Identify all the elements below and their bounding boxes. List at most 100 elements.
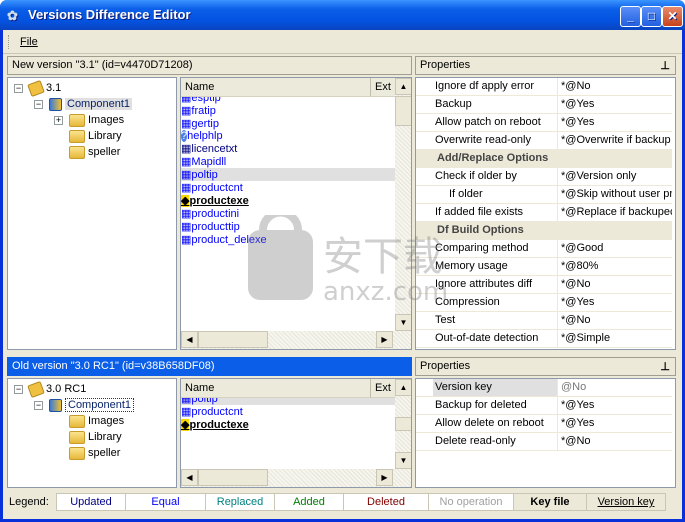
file-row[interactable]: ?helphlp [181, 130, 395, 142]
file-row[interactable]: ▦poltip [181, 168, 395, 181]
file-row[interactable]: ▦licencetxt [181, 142, 395, 155]
property-row[interactable]: Check if older by *@Version only [416, 168, 672, 186]
tree-folder[interactable]: speller [69, 144, 120, 160]
property-value[interactable]: *@No [557, 433, 672, 450]
file-ext: tip [204, 105, 216, 117]
scroll-up-button[interactable]: ▲ [395, 379, 411, 396]
file-row[interactable]: ▦product_delexe [181, 233, 395, 246]
toolbar-grip[interactable] [8, 35, 11, 49]
file-row[interactable]: ▦producttip [181, 220, 395, 233]
property-category[interactable]: Add/Replace Options [416, 150, 672, 168]
file-icon: ▦ [181, 221, 192, 233]
property-value[interactable]: *@Yes [557, 397, 672, 414]
property-row[interactable]: Out-of-date detection *@Simple [416, 330, 672, 348]
scroll-right-button[interactable]: ▶ [376, 331, 393, 348]
property-row[interactable]: Allow patch on reboot *@Yes [416, 114, 672, 132]
collapse-icon[interactable]: − [14, 384, 23, 394]
menu-file[interactable]: File [20, 36, 38, 48]
file-row[interactable]: ▦productcnt [181, 181, 395, 194]
tree-folder[interactable]: speller [69, 445, 120, 461]
property-row[interactable]: Backup *@Yes [416, 96, 672, 114]
window-title: Versions Difference Editor [28, 7, 191, 22]
new-version-tree[interactable]: −3.1− Component1 + Images Library speller [7, 77, 177, 350]
tree-folder[interactable]: Images [69, 413, 124, 429]
column-header-name[interactable]: Name [181, 78, 371, 97]
column-header-ext[interactable]: Ext [371, 78, 395, 97]
folder-icon [69, 113, 85, 127]
collapse-icon[interactable]: − [34, 400, 43, 410]
tree-folder[interactable]: Library [69, 429, 122, 445]
property-value[interactable]: *@Yes [557, 114, 672, 131]
tree-folder-label: speller [88, 146, 121, 158]
property-row[interactable]: Compression *@Yes [416, 294, 672, 312]
scroll-down-button[interactable]: ▼ [395, 314, 411, 331]
scroll-thumb[interactable] [395, 417, 411, 431]
property-value[interactable]: *@Replace if backupec [557, 204, 672, 221]
new-version-file-list[interactable]: NameExt▦czhtip▦esptip▦fratip▦gertip?help… [180, 77, 412, 350]
property-row[interactable]: Allow delete on reboot *@Yes [416, 415, 672, 433]
file-row[interactable]: ▦productcnt [181, 405, 395, 418]
scroll-right-button[interactable]: ▶ [376, 469, 393, 486]
scroll-left-button[interactable]: ◀ [181, 331, 198, 348]
old-version-properties[interactable]: Version key @No Backup for deleted *@Yes All… [415, 378, 676, 488]
property-value[interactable]: @No [557, 379, 672, 396]
property-row[interactable]: Backup for deleted *@Yes [416, 397, 672, 415]
property-value[interactable]: *@Yes [557, 415, 672, 432]
property-row[interactable]: If older *@Skip without user pr [416, 186, 672, 204]
collapse-icon[interactable]: − [14, 83, 23, 93]
pin-icon[interactable]: ⊥ [660, 360, 670, 373]
property-value[interactable]: *@Simple [557, 330, 672, 347]
file-row[interactable]: ▦fratip [181, 104, 395, 117]
property-row[interactable]: Version key @No [416, 379, 672, 397]
file-row[interactable]: ▦Mapidll [181, 155, 395, 168]
scroll-thumb[interactable] [395, 96, 411, 126]
scroll-down-button[interactable]: ▼ [395, 452, 411, 469]
expand-icon[interactable]: + [54, 115, 63, 125]
property-row[interactable]: Ignore attributes diff *@No [416, 276, 672, 294]
file-row[interactable]: ◆productexe [181, 194, 395, 207]
horizontal-scroll-thumb[interactable] [198, 331, 268, 348]
property-value[interactable]: *@Skip without user pr [557, 186, 672, 203]
property-value[interactable]: *@Yes [557, 294, 672, 311]
property-row[interactable]: Delete read-only *@No [416, 433, 672, 451]
file-name: product [191, 182, 229, 194]
property-category[interactable]: Df Build Options [416, 222, 672, 240]
tree-component[interactable]: − Component1 [34, 397, 134, 413]
property-value[interactable]: *@No [557, 276, 672, 293]
file-row[interactable]: ▦gertip [181, 117, 395, 130]
collapse-icon[interactable]: − [34, 99, 43, 109]
property-value[interactable]: *@No [557, 78, 672, 95]
property-value[interactable]: *@Version only [557, 168, 672, 185]
column-header-name[interactable]: Name [181, 379, 371, 398]
tree-root[interactable]: − 3.0 RC1 [14, 380, 86, 398]
new-version-properties[interactable]: Ignore df apply error *@No Backup *@Yes Allo… [415, 77, 676, 350]
property-value[interactable]: *@Yes [557, 96, 672, 113]
close-button[interactable]: ✕ [662, 6, 683, 27]
tree-folder[interactable]: Library [69, 128, 122, 144]
property-value[interactable]: *@No [557, 312, 672, 329]
property-value[interactable]: *@Good [557, 240, 672, 257]
maximize-button[interactable]: □ [641, 6, 662, 27]
property-row[interactable]: Comparing method *@Good [416, 240, 672, 258]
scroll-left-button[interactable]: ◀ [181, 469, 198, 486]
tree-folder[interactable]: + Images [54, 112, 124, 128]
property-row[interactable]: Ignore df apply error *@No [416, 78, 672, 96]
horizontal-scroll-thumb[interactable] [198, 469, 268, 486]
tree-component[interactable]: − Component1 [34, 96, 132, 112]
file-row[interactable]: ▦productini [181, 207, 395, 220]
property-row[interactable]: If added file exists *@Replace if backupe… [416, 204, 672, 222]
tree-root[interactable]: − 3.1 [14, 79, 61, 97]
property-value[interactable]: *@Overwrite if backup [557, 132, 672, 149]
property-row[interactable]: Overwrite read-only *@Overwrite if backup [416, 132, 672, 150]
property-value[interactable]: *@80% [557, 258, 672, 275]
property-row[interactable]: Memory usage *@80% [416, 258, 672, 276]
column-header-ext[interactable]: Ext [371, 379, 395, 398]
scroll-up-button[interactable]: ▲ [395, 78, 411, 95]
property-name: Check if older by [435, 170, 517, 182]
old-version-file-list[interactable]: NameExt▦Mapidll▦poltip▦productcnt◆produc… [180, 378, 412, 488]
pin-icon[interactable]: ⊥ [660, 59, 670, 72]
old-version-tree[interactable]: −3.0 RC1− Component1 Images Library speller [7, 378, 177, 488]
property-row[interactable]: Test *@No [416, 312, 672, 330]
minimize-button[interactable]: _ [620, 6, 641, 27]
file-row[interactable]: ◆productexe [181, 418, 395, 431]
